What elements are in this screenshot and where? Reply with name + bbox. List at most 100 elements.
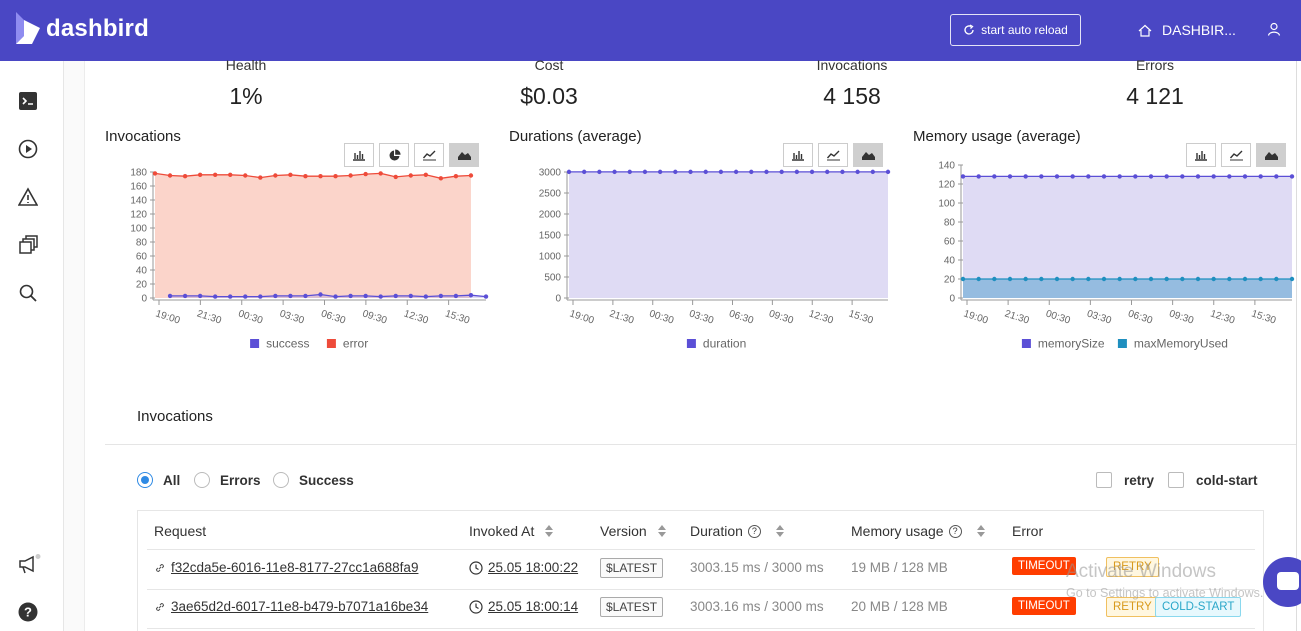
data-point-duration <box>809 169 815 175</box>
chat-widget-button[interactable] <box>1263 557 1301 607</box>
retry-checkbox[interactable]: retry <box>1096 472 1154 488</box>
data-point-memorySize <box>1070 174 1075 179</box>
request-id[interactable]: f32cda5e-6016-11e8-8177-27cc1a688fa9 <box>171 560 418 575</box>
clock-icon <box>469 599 483 614</box>
stack-icon[interactable] <box>18 235 40 257</box>
column-header-version[interactable]: Version <box>600 523 666 539</box>
data-point-memorySize <box>1274 174 1279 179</box>
help-icon[interactable]: ? <box>18 602 40 624</box>
data-point-maxMemoryUsed <box>1148 276 1154 282</box>
user-icon <box>1267 22 1281 36</box>
series-area-error <box>155 173 471 298</box>
sort-icon[interactable] <box>775 524 784 538</box>
legend-label-success: success <box>266 337 309 351</box>
data-point-memorySize <box>976 174 981 179</box>
data-point-memorySize <box>992 174 997 179</box>
column-header-memory-usage[interactable]: Memory usage ? <box>851 523 985 539</box>
data-point-error <box>212 172 218 177</box>
checkbox-box <box>1168 472 1184 488</box>
filter-all-radio[interactable]: All <box>137 472 180 488</box>
data-point-success <box>333 294 338 299</box>
data-point-maxMemoryUsed <box>1227 276 1232 282</box>
data-point-maxMemoryUsed <box>1101 276 1107 282</box>
filter-success-radio[interactable]: Success <box>273 472 354 488</box>
terminal-icon[interactable] <box>18 91 40 113</box>
version-cell: $LATEST <box>600 558 664 578</box>
data-point-duration <box>657 169 663 175</box>
memory-chart: 140 120 100 80 60 40 20 0 19:00 21:30 00:30 03:30 06… <box>938 161 1295 351</box>
scrollbar-track[interactable] <box>1296 61 1301 631</box>
data-point-error <box>468 173 474 178</box>
account-name: DASHBIR... <box>1162 22 1236 38</box>
column-label: Version <box>600 523 647 539</box>
sort-icon[interactable] <box>545 524 554 538</box>
data-point-duration <box>688 169 693 175</box>
data-point-error <box>318 174 323 179</box>
legend-swatch-error <box>326 339 336 348</box>
data-point-maxMemoryUsed <box>1289 276 1295 282</box>
help-circle-icon[interactable]: ? <box>747 524 761 538</box>
column-header-duration[interactable]: Duration ? <box>690 523 784 539</box>
x-tick-label: 19:00 <box>962 308 990 326</box>
data-point-memorySize <box>1086 174 1091 179</box>
stat-health: Health 1% <box>146 57 346 110</box>
data-point-maxMemoryUsed <box>1007 276 1013 282</box>
data-point-maxMemoryUsed <box>1274 276 1279 282</box>
data-point-duration <box>581 169 587 175</box>
data-point-duration <box>779 169 784 175</box>
link-icon <box>155 602 165 611</box>
filter-errors-radio[interactable]: Errors <box>194 472 261 488</box>
version-badge: $LATEST <box>600 597 664 617</box>
column-header-invoked-at[interactable]: Invoked At <box>469 523 554 539</box>
x-tick-label: 15:30 <box>444 308 472 326</box>
invoked-at-value[interactable]: 25.05 18:00:22 <box>488 560 578 575</box>
brand-name: dashbird <box>46 15 149 42</box>
duration-cell: 3003.15 ms / 3000 ms <box>690 560 824 575</box>
x-tick-label: 03:30 <box>278 308 306 326</box>
user-menu-button[interactable] <box>1267 22 1281 41</box>
x-tick-label: 09:30 <box>361 308 389 326</box>
data-point-success <box>303 293 308 299</box>
play-icon[interactable] <box>18 139 40 161</box>
warning-icon[interactable] <box>17 187 40 209</box>
start-auto-reload-button[interactable]: start auto reload <box>950 14 1081 46</box>
chart-title-memory: Memory usage (average) <box>913 128 1081 145</box>
sort-icon[interactable] <box>657 524 666 538</box>
y-tick-label: 100 <box>130 224 147 235</box>
y-tick-label: 80 <box>136 238 148 249</box>
stat-label: Invocations <box>816 57 888 73</box>
data-point-success <box>348 293 353 299</box>
series-area-duration <box>569 171 888 298</box>
invoked-at-value[interactable]: 25.05 18:00:14 <box>488 599 578 614</box>
request-link[interactable]: 3ae65d2d-6017-11e8-b479-b7071a16be34 <box>154 599 428 614</box>
request-link[interactable]: f32cda5e-6016-11e8-8177-27cc1a688fa9 <box>154 560 418 575</box>
logo[interactable]: dashbird <box>14 10 149 48</box>
data-point-memorySize <box>1180 174 1185 179</box>
search-icon[interactable] <box>18 283 40 305</box>
stat-value: 4 121 <box>1126 83 1184 109</box>
x-tick-label: 09:30 <box>767 308 795 326</box>
y-tick-label: 0 <box>949 294 955 305</box>
sort-icon[interactable] <box>976 524 985 538</box>
data-point-error <box>363 171 368 177</box>
cold-start-checkbox[interactable]: cold-start <box>1168 472 1258 488</box>
data-point-error <box>243 173 248 178</box>
version-cell: $LATEST <box>600 597 664 617</box>
data-point-duration <box>840 169 845 175</box>
data-point-memorySize <box>1054 174 1060 179</box>
version-badge: $LATEST <box>600 558 664 578</box>
data-point-success <box>273 293 278 299</box>
account-menu[interactable]: DASHBIR... <box>1138 22 1236 38</box>
stat-value: 1% <box>229 83 263 109</box>
dashbird-logo-icon <box>16 12 40 44</box>
clock-icon <box>469 560 483 575</box>
activate-windows-subtext: Go to Settings to activate Windows. <box>1066 586 1264 600</box>
x-tick-label: 12:30 <box>807 308 835 326</box>
data-point-error <box>288 172 293 177</box>
x-tick-label: 21:30 <box>195 308 223 326</box>
x-tick-label: 21:30 <box>608 308 636 326</box>
help-circle-icon[interactable]: ? <box>948 524 962 538</box>
data-point-error <box>438 176 444 181</box>
request-id[interactable]: 3ae65d2d-6017-11e8-b479-b7071a16be34 <box>171 599 428 614</box>
megaphone-icon[interactable] <box>18 554 41 576</box>
